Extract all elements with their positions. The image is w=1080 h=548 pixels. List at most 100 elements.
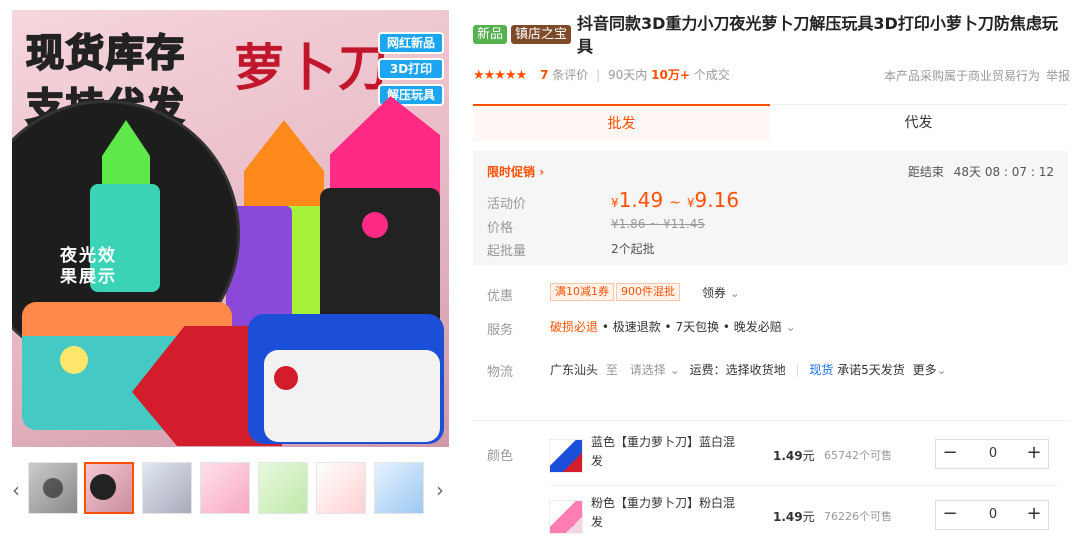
sku-price-value: 1.49 [773, 510, 803, 524]
quantity-input[interactable]: 0 [966, 440, 1020, 468]
image-tag: 3D打印 [378, 58, 444, 80]
countdown-label: 距结束 [907, 165, 944, 179]
sales-prefix: 90天内 [608, 68, 648, 82]
flash-sale-link[interactable]: 限时促销 › [487, 163, 544, 180]
chevron-down-icon: ⌄ [785, 320, 796, 334]
thumbnail[interactable] [84, 462, 134, 514]
activity-price: ¥1.49 ~ ¥9.16 [611, 188, 739, 212]
sku-price-value: 1.49 [773, 449, 803, 463]
quantity-stepper: − 0 + [935, 439, 1049, 469]
color-label: 颜色 [487, 449, 514, 464]
tab-wholesale[interactable]: 批发 [473, 104, 770, 141]
sku-name: 蓝色【重力萝卜刀】蓝白混发 [591, 435, 736, 468]
red-knob-shape [274, 366, 298, 390]
thumbnail[interactable] [374, 462, 424, 514]
mixed-batch-badge[interactable]: 900件混批 [616, 283, 680, 301]
coupon-badge[interactable]: 满10减1券 [550, 283, 614, 301]
chevron-left-icon[interactable]: ‹ [12, 478, 20, 502]
service-items: • 极速退款 • 7天包换 • 晚发必赔 [601, 320, 782, 334]
image-tag: 网红新品 [378, 32, 444, 54]
service-list[interactable]: 破损必退 • 极速退款 • 7天包换 • 晚发必赔 ⌄ [550, 318, 796, 335]
thumbnail[interactable] [200, 462, 250, 514]
price-high: 9.16 [694, 188, 740, 212]
image-brand-text: 萝卜刀 [234, 39, 390, 97]
countdown: 距结束 48天 08 : 07 : 12 [908, 163, 1054, 180]
review-label[interactable]: 条评价 [552, 68, 588, 82]
quantity-stepper: − 0 + [935, 500, 1049, 530]
activity-price-label: 活动价 [487, 197, 527, 212]
sales-suffix: 个成交 [693, 68, 730, 82]
price-label: 价格 [487, 221, 514, 236]
currency-symbol: ¥ [686, 196, 695, 210]
offers-label: 优惠 [487, 289, 514, 304]
moq-label: 起批量 [487, 244, 527, 259]
main-product-image[interactable]: 现货库存 支持代发 萝卜刀 网红新品 3D打印 解压玩具 夜光效果展示 [12, 10, 449, 447]
sku-selector: 颜色 蓝色【重力萝卜刀】蓝白混发 1.49元 65742个可售 − 0 + 粉色… [473, 420, 1068, 548]
original-price: ¥1.86 ~ ¥11.45 [611, 217, 706, 231]
flash-sale-label: 限时促销 [487, 165, 536, 179]
divider: | [596, 68, 601, 82]
rating-row: ★★★★★ 7 条评价 | 90天内 10万+ 个成交 [473, 66, 730, 83]
shop-treasure-badge: 镇店之宝 [511, 25, 572, 44]
destination-select[interactable]: 请选择 [630, 363, 666, 377]
logistics-row: 广东汕头 至 请选择 ⌄ 运费：选择收货地 | 现货 承诺5天发货 更多⌄ [550, 361, 947, 378]
thumbnail[interactable] [142, 462, 192, 514]
sku-price: 1.49元 [773, 508, 815, 525]
ship-promise: 承诺5天发货 [837, 363, 905, 377]
logistics-label: 物流 [487, 365, 514, 380]
get-coupon-button[interactable]: 领券 ⌄ [702, 284, 740, 301]
yellow-knob-shape [60, 346, 88, 374]
sku-stock: 65742个可售 [824, 449, 892, 462]
to-word: 至 [605, 363, 618, 377]
currency-symbol: ¥ [611, 196, 619, 210]
chevron-down-icon: ⌄ [729, 286, 740, 300]
sku-row: 蓝色【重力萝卜刀】蓝白混发 1.49元 65742个可售 − 0 + [549, 425, 1059, 481]
thumbnail[interactable] [316, 462, 366, 514]
price-low: 1.49 [618, 188, 664, 212]
chevron-down-icon[interactable]: ⌄ [937, 363, 947, 377]
trade-note: 本产品采购属于商业贸易行为 [884, 69, 1041, 83]
moq-value: 2个起批 [611, 242, 655, 256]
thumbnail[interactable] [28, 462, 78, 514]
report-link[interactable]: 举报 [1046, 67, 1070, 84]
thumb-circle-shape [90, 474, 116, 500]
minus-button[interactable]: − [936, 440, 964, 468]
price-panel: 限时促销 › 距结束 48天 08 : 07 : 12 活动价 ¥1.49 ~ ¥9… [473, 151, 1068, 265]
review-count[interactable]: 7 [540, 68, 548, 82]
sku-price: 1.49元 [773, 447, 815, 464]
sku-price-unit: 元 [802, 449, 815, 463]
in-stock-badge: 现货 [809, 363, 834, 377]
plus-button[interactable]: + [1020, 440, 1048, 468]
sku-row: 粉色【重力萝卜刀】粉白混发 1.49元 76226个可售 − 0 + [549, 485, 1059, 541]
play-icon [43, 478, 63, 498]
product-title: 抖音同款3D重力小刀夜光萝卜刀解压玩具3D打印小萝卜刀防焦虑玩具 [577, 14, 1058, 56]
countdown-value: 48天 08 : 07 : 12 [953, 165, 1054, 179]
sku-price-unit: 元 [802, 510, 815, 524]
sku-thumbnail[interactable] [549, 439, 583, 473]
thumbnail[interactable] [258, 462, 308, 514]
more-link[interactable]: 更多 [913, 363, 937, 377]
get-coupon-label: 领券 [702, 286, 727, 300]
quantity-input[interactable]: 0 [966, 501, 1020, 529]
sales-value: 10万+ [651, 68, 690, 82]
sku-stock: 76226个可售 [824, 510, 892, 523]
sku-thumbnail[interactable] [549, 500, 583, 534]
glow-effect-label: 夜光效果展示 [60, 246, 117, 287]
minus-button[interactable]: − [936, 501, 964, 529]
thumbnail-strip: ‹ › [12, 462, 449, 518]
new-product-badge: 新品 [473, 25, 508, 44]
plus-button[interactable]: + [1020, 501, 1048, 529]
price-tilde: ~ [669, 195, 681, 211]
chevron-right-icon[interactable]: › [436, 478, 444, 502]
tab-dropship[interactable]: 代发 [770, 104, 1067, 141]
damage-return-text: 破损必退 [550, 320, 599, 334]
sku-name: 粉色【重力萝卜刀】粉白混发 [591, 496, 736, 529]
chevron-right-icon: › [539, 165, 545, 179]
freight-text: 运费：选择收货地 [689, 363, 786, 377]
star-icon: ★★★★★ [473, 68, 527, 83]
service-label: 服务 [487, 323, 514, 338]
image-headline-stock: 现货库存 [25, 30, 187, 76]
ship-from: 广东汕头 [550, 363, 599, 377]
chevron-down-icon[interactable]: ⌄ [670, 363, 680, 377]
pink-knob-shape [362, 212, 388, 238]
